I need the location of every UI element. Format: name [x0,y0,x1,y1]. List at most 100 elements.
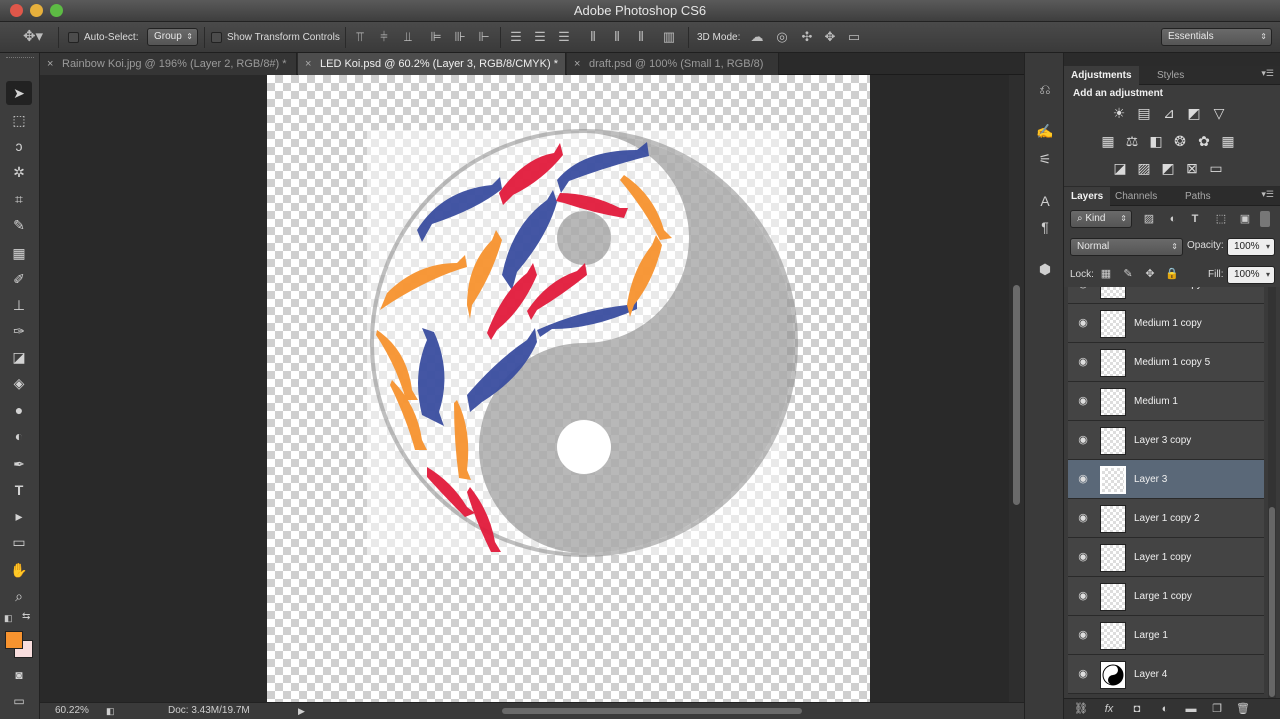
3d-scale-icon[interactable]: ▭ [847,30,861,44]
layer-filter-kind-dropdown[interactable]: ⌕ Kind ⇕ [1070,210,1132,228]
tab-rainbow-koi[interactable]: × Rainbow Koi.jpg @ 196% (Layer 2, RGB/8#… [40,53,297,75]
new-layer-icon[interactable]: ❐ [1208,702,1226,716]
close-tab-icon[interactable]: × [574,53,580,75]
layer-row[interactable]: ◉ Large 1 [1068,616,1264,655]
visibility-eye-icon[interactable]: ◉ [1076,287,1090,290]
show-transform-controls-checkbox[interactable]: Show Transform Controls [211,22,340,53]
brush-presets-panel-icon[interactable]: ✍ [1033,119,1057,143]
new-group-icon[interactable]: ▬ [1182,702,1200,716]
close-tab-icon[interactable]: × [47,53,53,75]
align-horizontal-center-icon[interactable]: ⊪ [453,30,467,44]
scrollbar-thumb[interactable] [1013,285,1020,505]
brush-tool-icon[interactable]: ✐ [6,267,32,291]
opacity-field[interactable]: 100% ▾ [1227,238,1275,256]
exposure-icon[interactable]: ◩ [1184,104,1204,122]
align-left-icon[interactable]: ⊫ [429,30,443,44]
distribute-right-icon[interactable]: ⦀ [634,30,648,44]
scrollbar-thumb[interactable] [1269,507,1275,697]
panel-menu-icon[interactable]: ▾☰ [1261,68,1274,79]
visibility-eye-icon[interactable]: ◉ [1076,589,1090,602]
crop-tool-icon[interactable]: ⌗ [6,187,32,211]
workspace-dropdown[interactable]: Essentials ⇕ [1161,28,1272,46]
lock-all-icon[interactable]: 🔒 [1163,267,1181,281]
tab-paths[interactable]: Paths [1178,187,1218,206]
paint-bucket-tool-icon[interactable]: ◈ [6,371,32,395]
tab-draft[interactable]: × draft.psd @ 100% (Small 1, RGB/8) [567,53,779,75]
tab-styles[interactable]: Styles [1150,66,1191,85]
type-tool-icon[interactable]: T [6,478,32,502]
layer-row[interactable]: ◉ Medium 1 copy [1068,304,1264,343]
healing-brush-tool-icon[interactable]: ▦ [6,241,32,265]
status-menu-arrow-icon[interactable]: ▶ [298,703,305,719]
close-tab-icon[interactable]: × [305,53,311,75]
distribute-horizontal-center-icon[interactable]: ⦀ [610,30,624,44]
canvas-vertical-scrollbar[interactable] [1009,75,1024,702]
align-top-icon[interactable]: ⫪ [353,30,367,44]
3d-orbit-icon[interactable]: ☁ [750,30,764,44]
channel-mixer-icon[interactable]: ✿ [1194,132,1214,150]
visibility-eye-icon[interactable]: ◉ [1076,316,1090,329]
link-layers-icon[interactable]: ⛓ [1072,702,1090,716]
color-lookup-icon[interactable]: ▦ [1218,132,1238,150]
hand-tool-icon[interactable]: ✋ [6,558,32,582]
brush-panel-icon[interactable]: ⚟ [1033,147,1057,171]
document-canvas[interactable] [267,75,870,702]
lasso-tool-icon[interactable]: ↄ [6,134,32,158]
zoom-tool-icon[interactable]: ⌕ [6,584,32,608]
marquee-tool-icon[interactable]: ⬚ [6,108,32,132]
auto-align-layers-icon[interactable]: ▥ [662,30,676,44]
visibility-eye-icon[interactable]: ◉ [1076,472,1090,485]
threshold-icon[interactable]: ◩ [1158,159,1178,177]
filter-toggle[interactable] [1260,211,1270,227]
move-tool-icon[interactable]: ➤ [6,81,32,105]
layer-row[interactable]: ◉ Medium 1 copy 2 [1068,287,1264,304]
layer-row[interactable]: ◉ Layer 1 copy [1068,538,1264,577]
3d-pan-icon[interactable]: ✣ [800,30,814,44]
layer-row[interactable]: ◉ Layer 4 [1068,655,1264,694]
align-vertical-center-icon[interactable]: ⫩ [377,30,391,44]
clone-stamp-tool-icon[interactable]: ⊥ [6,293,32,317]
visibility-eye-icon[interactable]: ◉ [1076,394,1090,407]
dodge-tool-icon[interactable]: ◐ [6,424,32,448]
invert-icon[interactable]: ◪ [1110,159,1130,177]
history-brush-tool-icon[interactable]: ✑ [6,319,32,343]
layer-row[interactable]: ◉ Layer 3 copy [1068,421,1264,460]
visibility-eye-icon[interactable]: ◉ [1076,355,1090,368]
distribute-left-icon[interactable]: ⦀ [586,30,600,44]
panel-menu-icon[interactable]: ▾☰ [1261,189,1274,200]
layer-row[interactable]: ◉ Large 1 copy [1068,577,1264,616]
align-right-icon[interactable]: ⊩ [477,30,491,44]
tab-adjustments[interactable]: Adjustments [1064,66,1139,85]
close-window-button[interactable] [10,4,23,17]
tab-channels[interactable]: Channels [1108,187,1164,206]
magic-wand-tool-icon[interactable]: ✲ [6,160,32,184]
visibility-eye-icon[interactable]: ◉ [1076,628,1090,641]
distribute-bottom-icon[interactable]: ☰ [557,30,571,44]
default-colors-icon[interactable]: ◧ [4,613,13,624]
zoom-level[interactable]: 60.22% [55,703,89,719]
vibrance-icon[interactable]: ▽ [1209,104,1229,122]
character-panel-icon[interactable]: A [1033,189,1057,213]
foreground-color-swatch[interactable] [5,631,23,649]
layer-row-selected[interactable]: ◉ Layer 3 [1068,460,1264,499]
swap-colors-icon[interactable]: ⇆ [22,611,30,622]
levels-icon[interactable]: ▤ [1134,104,1154,122]
3d-panel-icon[interactable]: ⬢ [1033,257,1057,281]
visibility-eye-icon[interactable]: ◉ [1076,667,1090,680]
paragraph-panel-icon[interactable]: ¶ [1033,215,1057,239]
fill-field[interactable]: 100% ▾ [1227,266,1275,284]
canvas-area[interactable] [40,75,1009,702]
gradient-map-icon[interactable]: ▭ [1206,159,1226,177]
tab-led-koi[interactable]: × LED Koi.psd @ 60.2% (Layer 3, RGB/8/CMY… [298,53,566,75]
lock-image-icon[interactable]: ✎ [1119,267,1137,281]
hue-saturation-icon[interactable]: ▦ [1098,132,1118,150]
quick-mask-icon[interactable]: ◙ [6,663,32,687]
add-mask-icon[interactable]: ◘ [1128,702,1146,716]
selective-color-icon[interactable]: ⊠ [1182,159,1202,177]
visibility-eye-icon[interactable]: ◉ [1076,433,1090,446]
color-balance-icon[interactable]: ⚖ [1122,132,1142,150]
distribute-vertical-center-icon[interactable]: ☰ [533,30,547,44]
blend-mode-dropdown[interactable]: Normal ⇕ [1070,238,1183,256]
blur-tool-icon[interactable]: ● [6,398,32,422]
delete-layer-icon[interactable]: 🗑 [1234,702,1252,716]
